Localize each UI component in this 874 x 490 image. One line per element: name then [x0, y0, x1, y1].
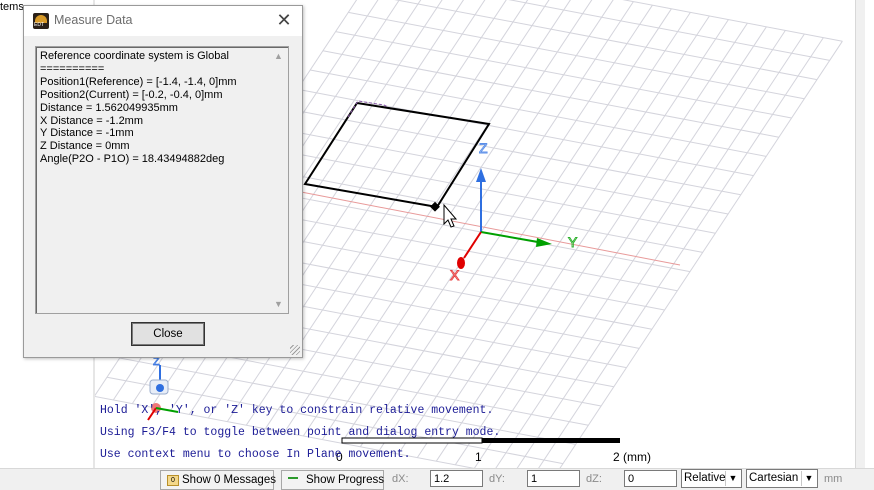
progress-icon — [288, 477, 298, 484]
dx-label: dX: — [392, 473, 409, 485]
message-count-icon: 0 — [167, 475, 179, 486]
hint-message-1: Hold 'X', 'Y', or 'Z' key to constrain r… — [100, 404, 494, 417]
chevron-down-icon: ▼ — [801, 471, 816, 486]
measure-line: ========== — [40, 62, 105, 75]
dy-input[interactable]: 1 — [527, 470, 580, 487]
y-axis-arrow-icon — [536, 238, 552, 247]
show-messages-button[interactable]: 0 Show 0 Messages — [160, 470, 276, 490]
status-bar: 0 Show 0 Messages Show Progress dX: 1.2 … — [0, 468, 874, 490]
measure-line: Z Distance = 0mm — [40, 140, 130, 153]
measure-line: Angle(P2O - P1O) = 18.43494882deg — [40, 153, 225, 166]
show-progress-button[interactable]: Show Progress — [281, 470, 384, 490]
dx-input[interactable]: 1.2 — [430, 470, 483, 487]
measure-rectangle[interactable] — [303, 101, 491, 209]
resize-grip-icon[interactable] — [290, 345, 300, 355]
measure-line: Distance = 1.562049935mm — [40, 101, 178, 114]
measure-line: Position1(Reference) = [-1.4, -1.4, 0]mm — [40, 75, 237, 88]
dialog-titlebar[interactable]: EDT Measure Data ✕ — [24, 6, 302, 36]
y-axis-line — [480, 231, 539, 243]
viewport-scrollbar[interactable] — [855, 0, 865, 468]
ruler-tick-2: 2 (mm) — [613, 450, 651, 464]
close-icon[interactable]: ✕ — [274, 11, 294, 31]
hint-message-2: Using F3/F4 to toggle between point and … — [100, 426, 501, 439]
close-button[interactable]: Close — [131, 322, 205, 346]
measure-line: Reference coordinate system is Global — [40, 50, 229, 62]
measure-line: X Distance = -1.2mm — [40, 114, 144, 127]
measure-line: Position2(Current) = [-0.2, -0.4, 0]mm — [40, 88, 223, 101]
dialog-title: Measure Data — [54, 13, 133, 27]
app-logo-icon: EDT — [33, 13, 49, 29]
textbox-scrollbar[interactable]: ▲ ▼ — [271, 47, 288, 313]
x-axis-label: X — [450, 267, 460, 283]
ruler-tick-1: 1 — [475, 450, 482, 464]
coordinate-system-select[interactable]: Cartesian ▼ — [746, 469, 818, 488]
scroll-down-icon[interactable]: ▼ — [274, 299, 283, 309]
chevron-down-icon: ▼ — [725, 471, 740, 486]
dz-input[interactable]: 0 — [624, 470, 677, 487]
tree-label: tems — [0, 1, 24, 13]
measure-line: Y Distance = -1mm — [40, 127, 134, 140]
unit-label: mm — [824, 473, 843, 485]
z-axis-arrow-icon — [476, 168, 486, 182]
measure-results-textbox[interactable]: Reference coordinate system is Global ==… — [35, 46, 289, 314]
scroll-up-icon[interactable]: ▲ — [274, 51, 283, 61]
relative-mode-select[interactable]: Relative ▼ — [681, 469, 742, 488]
y-axis-label: Y — [568, 234, 578, 250]
x-axis-line — [463, 231, 482, 259]
dz-label: dZ: — [586, 473, 602, 485]
measure-data-dialog[interactable]: EDT Measure Data ✕ Reference coordinate … — [23, 5, 303, 358]
hint-message-3: Use context menu to choose In Plane move… — [100, 448, 411, 461]
dy-label: dY: — [489, 473, 505, 485]
z-axis-label: Z — [479, 140, 488, 156]
